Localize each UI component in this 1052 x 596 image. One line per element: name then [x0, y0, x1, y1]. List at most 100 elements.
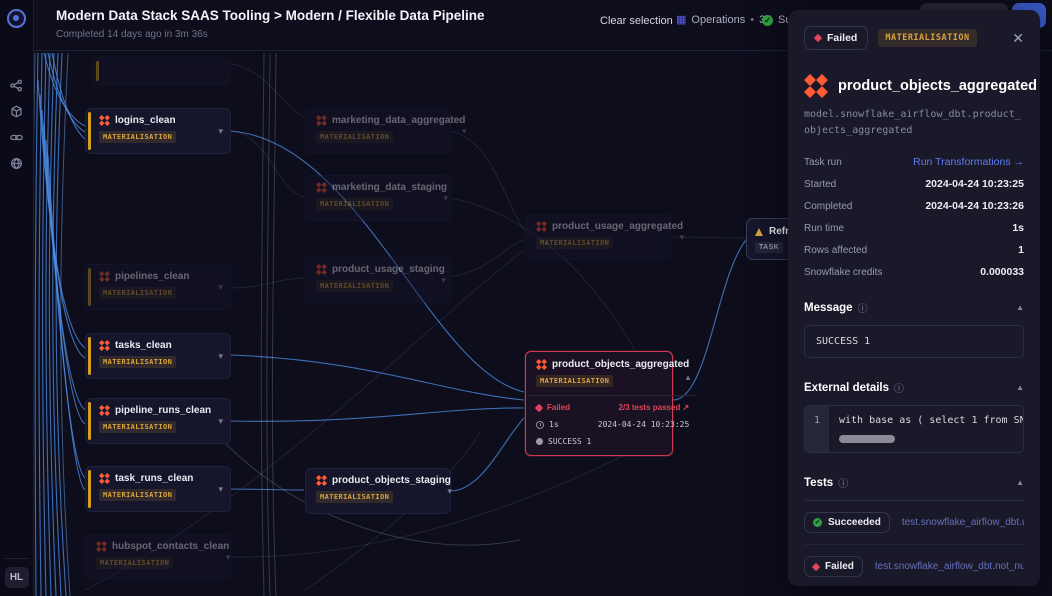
- collapse-icon[interactable]: ▲: [1016, 303, 1024, 312]
- collapse-icon[interactable]: ▲: [1016, 383, 1024, 392]
- node-product-usage-staging[interactable]: product_usage_staging MATERIALISATION ▾: [305, 257, 451, 303]
- test-status-badge: ✓ Succeeded: [804, 512, 890, 533]
- failed-diamond-icon: [535, 403, 543, 411]
- node-marketing-data-aggregated[interactable]: marketing_data_aggregated MATERIALISATIO…: [305, 108, 451, 154]
- node-tasks-clean[interactable]: tasks_clean MATERIALISATION ▾: [85, 333, 231, 379]
- node-title: marketing_data_aggregated: [332, 115, 465, 126]
- test-link[interactable]: test.snowflake_airflow_dbt.not_null_pr: [875, 561, 1024, 572]
- materialisation-badge: MATERIALISATION: [99, 356, 176, 368]
- test-link[interactable]: test.snowflake_airflow_dbt.unique_pro: [902, 517, 1024, 528]
- detail-label: Run time: [804, 223, 844, 234]
- app-logo[interactable]: [7, 9, 26, 28]
- node-marketing-data-staging[interactable]: marketing_data_staging MATERIALISATION ▾: [305, 175, 451, 221]
- node-title: product_usage_staging: [332, 264, 445, 275]
- dbt-icon: [99, 405, 110, 416]
- chevron-down-icon[interactable]: ▾: [218, 484, 223, 495]
- close-icon[interactable]: ✕: [1012, 30, 1024, 47]
- materialisation-badge: MATERIALISATION: [878, 29, 976, 47]
- dbt-icon: [316, 115, 327, 126]
- message-content: SUCCESS 1: [804, 325, 1024, 358]
- detail-value: 0.000033: [980, 266, 1024, 278]
- dbt-icon: [804, 74, 828, 98]
- dbt-icon: [316, 182, 327, 193]
- detail-row: Completed 2024-04-24 10:23:26: [804, 200, 1024, 212]
- test-status-label: Succeeded: [828, 517, 881, 528]
- node-hubspot-contacts-clean[interactable]: hubspot_contacts_clean MATERIALISATION ▾: [85, 534, 231, 580]
- dbt-icon: [99, 115, 110, 126]
- code-fold-pill[interactable]: [839, 435, 895, 443]
- task-icon: [755, 228, 763, 236]
- test-status-badge: Failed: [804, 556, 863, 577]
- node-product-usage-aggregated[interactable]: product_usage_aggregated MATERIALISATION…: [525, 214, 671, 260]
- node-message: SUCCESS 1: [548, 437, 591, 446]
- node-task-runs-clean[interactable]: task_runs_clean MATERIALISATION ▾: [85, 466, 231, 512]
- chevron-down-icon[interactable]: ▾: [462, 126, 467, 137]
- collapse-icon[interactable]: ▲: [1016, 478, 1024, 487]
- node-product-objects-staging[interactable]: product_objects_staging MATERIALISATION …: [305, 468, 451, 514]
- materialisation-badge: MATERIALISATION: [99, 489, 176, 501]
- connections-link-icon[interactable]: [10, 130, 24, 144]
- success-check-icon: ✓: [762, 15, 773, 26]
- node-title: pipelines_clean: [115, 271, 189, 282]
- node-title: pipeline_runs_clean: [115, 405, 211, 416]
- external-details-heading: External details: [804, 382, 889, 394]
- succeeded-check-icon: ✓: [813, 518, 822, 527]
- chevron-down-icon[interactable]: ▾: [444, 193, 449, 204]
- detail-value: 2024-04-24 10:23:25: [925, 178, 1024, 190]
- chevron-down-icon[interactable]: ▾: [226, 552, 231, 563]
- materialisation-badge: MATERIALISATION: [316, 198, 393, 210]
- operations-label: Operations: [691, 14, 745, 26]
- detail-value: 1: [1018, 244, 1024, 256]
- materialisation-badge: MATERIALISATION: [536, 237, 613, 249]
- node-title: product_objects_aggregated: [552, 359, 689, 370]
- node-timestamp: 2024-04-24 10:23:25: [598, 420, 690, 429]
- chevron-down-icon[interactable]: ▾: [447, 486, 452, 497]
- detail-value: 1s: [1012, 222, 1024, 234]
- materialisation-badge: MATERIALISATION: [316, 131, 393, 143]
- chevron-down-icon[interactable]: ▾: [680, 232, 685, 243]
- dbt-icon: [99, 473, 110, 484]
- pipelines-nav-icon[interactable]: [10, 78, 24, 92]
- chevron-down-icon[interactable]: ▾: [218, 416, 223, 427]
- sidebar: HL: [0, 0, 34, 596]
- node-title: product_usage_aggregated: [552, 221, 683, 232]
- status-label: Failed: [827, 32, 857, 44]
- clock-icon: [536, 421, 544, 429]
- tests-passed-link[interactable]: 2/3 tests passed ↗: [619, 403, 690, 412]
- detail-row: Started 2024-04-24 10:23:25: [804, 178, 1024, 190]
- chevron-up-icon[interactable]: ▴: [686, 372, 691, 383]
- detail-row: Snowflake credits 0.000033: [804, 266, 1024, 278]
- node-status: Failed: [547, 403, 570, 412]
- node-logins-clean[interactable]: logins_clean MATERIALISATION ▾: [85, 108, 231, 154]
- node-title: product_objects_staging: [332, 475, 451, 486]
- detail-label: Rows affected: [804, 245, 867, 256]
- node-pipelines-clean[interactable]: pipelines_clean MATERIALISATION ▾: [85, 264, 231, 310]
- chevron-down-icon[interactable]: ▾: [218, 282, 223, 293]
- chevron-down-icon[interactable]: ▾: [218, 126, 223, 137]
- operations-counter: ▦ Operations • 35: [676, 14, 771, 26]
- test-row: ✓ Succeeded test.snowflake_airflow_dbt.u…: [804, 501, 1024, 545]
- globe-icon[interactable]: [10, 156, 24, 170]
- run-transformations-link[interactable]: Run Transformations →: [913, 156, 1024, 168]
- detail-label: Snowflake credits: [804, 267, 882, 278]
- integrations-cube-icon[interactable]: [10, 104, 24, 118]
- detail-row: Task run Run Transformations →: [804, 156, 1024, 168]
- detail-label: Task run: [804, 157, 842, 168]
- test-row: Failed test.snowflake_airflow_dbt.not_nu…: [804, 545, 1024, 586]
- chevron-down-icon[interactable]: ▾: [441, 275, 446, 286]
- user-avatar[interactable]: HL: [5, 567, 29, 588]
- node-pipeline-runs-clean[interactable]: pipeline_runs_clean MATERIALISATION ▾: [85, 398, 231, 444]
- materialisation-badge: MATERIALISATION: [316, 280, 393, 292]
- dbt-icon: [99, 340, 110, 351]
- info-icon: ⓘ: [838, 475, 848, 490]
- clear-selection-button[interactable]: Clear selection: [600, 15, 673, 27]
- materialisation-badge: MATERIALISATION: [96, 557, 173, 569]
- node-partial[interactable]: [93, 57, 230, 85]
- materialisation-badge: MATERIALISATION: [99, 287, 176, 299]
- node-product-objects-aggregated-selected[interactable]: product_objects_aggregated MATERIALISATI…: [525, 351, 673, 456]
- dbt-icon: [536, 221, 547, 232]
- chevron-down-icon[interactable]: ▾: [218, 351, 223, 362]
- detail-row: Run time 1s: [804, 222, 1024, 234]
- line-number: 1: [805, 406, 829, 452]
- task-detail-panel: Failed MATERIALISATION ✕ product_objects…: [788, 10, 1040, 586]
